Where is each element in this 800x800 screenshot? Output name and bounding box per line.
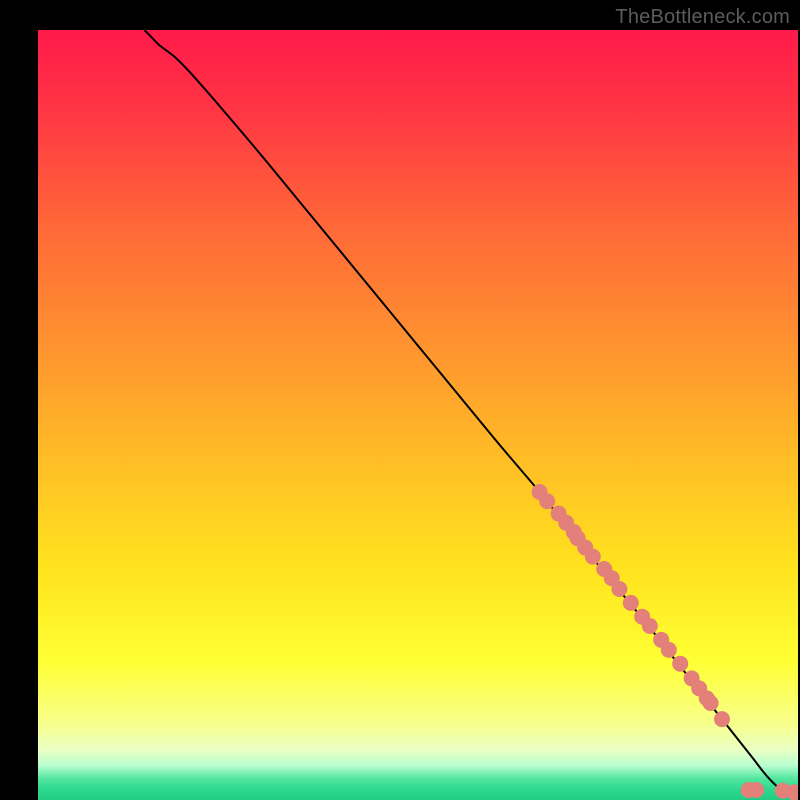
- data-point: [642, 618, 658, 634]
- data-point: [703, 695, 719, 711]
- data-point: [611, 581, 627, 597]
- data-point: [623, 595, 639, 611]
- data-point: [661, 642, 677, 658]
- data-point: [585, 549, 601, 565]
- plot-background: [38, 30, 798, 800]
- data-point: [539, 493, 555, 509]
- data-point: [748, 782, 764, 798]
- chart-svg: [38, 30, 798, 800]
- chart-container: [38, 30, 798, 800]
- data-point: [714, 711, 730, 727]
- data-point: [672, 656, 688, 672]
- attribution-text: TheBottleneck.com: [615, 6, 790, 29]
